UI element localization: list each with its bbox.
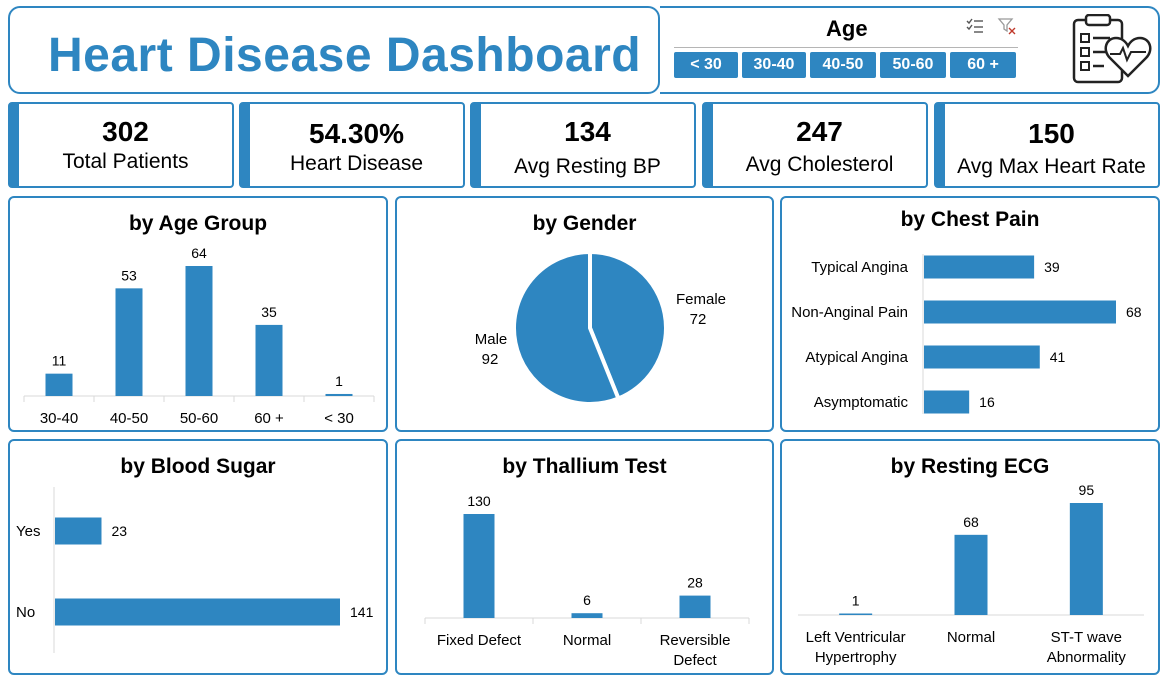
clipboard-heart-icon xyxy=(1072,14,1152,84)
bar xyxy=(954,534,988,615)
bar xyxy=(255,324,283,396)
chest-pain-chart: 39 Typical Angina 68 Non-Anginal Pain 41 Atyp… xyxy=(791,254,1142,414)
data-label: 39 xyxy=(1044,259,1060,275)
data-label: 130 xyxy=(467,493,491,509)
category-label: 50-60 xyxy=(180,410,218,427)
kpi-label: Heart Disease xyxy=(289,152,424,175)
bar xyxy=(924,345,1040,369)
category-label: Hypertrophy xyxy=(815,649,897,666)
category-label: < 30 xyxy=(324,410,354,427)
kpi-heart-disease: 54.30% Heart Disease xyxy=(239,102,465,188)
chest-pain-chart-panel: by Chest Pain 39 Typical Angina 68 Non-Angi… xyxy=(780,196,1160,432)
category-label: Typical Angina xyxy=(811,259,908,276)
data-label: 1 xyxy=(852,593,860,609)
age-slicer-title: Age xyxy=(826,16,868,41)
category-label: 30-40 xyxy=(40,410,78,427)
data-label: 95 xyxy=(1079,482,1095,498)
kpi-avg-resting-bp: 134 Avg Resting BP xyxy=(470,102,696,188)
category-label: Abnormality xyxy=(1047,649,1127,666)
bar xyxy=(463,514,495,618)
data-label: 28 xyxy=(687,575,703,591)
data-label: 11 xyxy=(52,353,67,369)
bar xyxy=(325,393,353,396)
kpi-value: 247 xyxy=(796,116,843,147)
kpi-avg-cholesterol: 247 Avg Cholesterol xyxy=(702,102,928,188)
bar xyxy=(185,266,213,396)
bar xyxy=(1069,503,1103,615)
data-label: 23 xyxy=(111,523,127,539)
bar xyxy=(679,595,711,618)
dashboard-title: Heart Disease Dashboard xyxy=(48,29,642,82)
resting-ecg-chart-panel: by Resting ECG 1 Left Ventricular Hypertro… xyxy=(780,439,1160,675)
bar xyxy=(924,255,1035,279)
blood-sugar-chart: 23 Yes 141 No xyxy=(16,487,374,653)
age-group-chart: 11 30-40 53 40-50 64 50-60 35 60 + 1 < 30 xyxy=(23,245,375,427)
data-label: 6 xyxy=(583,592,591,608)
category-label: Atypical Angina xyxy=(805,349,908,366)
resting-ecg-chart: 1 Left Ventricular Hypertrophy 68 Normal 95 ST… xyxy=(798,482,1144,666)
data-label: 53 xyxy=(121,267,137,283)
category-label: Fixed Defect xyxy=(437,632,522,649)
bar xyxy=(55,517,102,545)
category-label: Defect xyxy=(673,652,717,669)
data-label: 68 xyxy=(963,514,979,530)
data-label: 68 xyxy=(1126,304,1142,320)
slice-category-label: Female xyxy=(676,291,726,308)
category-label: Reversible xyxy=(660,632,731,649)
gender-chart-panel: by Gender Female 72 Male 92 xyxy=(395,196,774,432)
category-label: 40-50 xyxy=(110,410,148,427)
kpi-label: Avg Resting BP xyxy=(514,155,661,178)
bar xyxy=(924,300,1116,324)
category-label: Non-Anginal Pain xyxy=(791,304,908,321)
kpi-value: 302 xyxy=(102,116,149,147)
bar xyxy=(115,288,143,396)
slicer-option-under-30[interactable]: < 30 xyxy=(674,52,738,78)
slicer-option-30-40[interactable]: 30-40 xyxy=(742,52,806,78)
category-label: Asymptomatic xyxy=(814,394,909,411)
data-label: 41 xyxy=(1050,349,1066,365)
title-panel: Heart Disease Dashboard xyxy=(8,6,660,94)
category-label: ST-T wave xyxy=(1051,629,1122,646)
category-label: No xyxy=(16,604,35,621)
slicer-option-40-50[interactable]: 40-50 xyxy=(810,52,876,78)
blood-sugar-chart-panel: by Blood Sugar 23 Yes 141 No xyxy=(8,439,388,675)
kpi-label: Avg Cholesterol xyxy=(745,153,894,176)
category-label: Normal xyxy=(563,632,611,649)
bar xyxy=(571,613,603,618)
kpi-total-patients: 302 Total Patients xyxy=(8,102,234,188)
data-label: 141 xyxy=(350,604,374,620)
thallium-test-chart-panel: by Thallium Test 130 Fixed Defect 6 Normal 2… xyxy=(395,439,774,675)
age-group-chart-panel: by Age Group 11 30-40 53 40-50 64 50-60 35 60 +… xyxy=(8,196,388,432)
gender-chart: Female 72 Male 92 xyxy=(475,249,726,406)
data-label: 1 xyxy=(335,373,343,389)
slice-value-label: 72 xyxy=(690,311,707,328)
bar xyxy=(839,613,873,615)
data-label: 16 xyxy=(979,394,995,410)
kpi-label: Avg Max Heart Rate xyxy=(957,155,1146,178)
slicer-option-50-60[interactable]: 50-60 xyxy=(880,52,946,78)
bar xyxy=(45,373,73,396)
bar xyxy=(55,598,340,626)
slicer-option-60-plus[interactable]: 60 + xyxy=(950,52,1016,78)
clear-filter-icon[interactable] xyxy=(996,16,1018,38)
thallium-test-chart: 130 Fixed Defect 6 Normal 28 Reversible Defect xyxy=(424,493,750,669)
kpi-value: 150 xyxy=(1028,118,1075,149)
bar xyxy=(924,390,970,414)
category-label: Left Ventricular xyxy=(806,629,906,646)
multi-select-icon[interactable] xyxy=(964,16,986,38)
category-label: Yes xyxy=(16,523,40,540)
category-label: 60 + xyxy=(254,410,284,427)
data-label: 35 xyxy=(261,304,277,320)
slice-category-label: Male xyxy=(475,331,508,348)
kpi-value: 134 xyxy=(564,116,611,147)
category-label: Normal xyxy=(947,629,995,646)
slice-value-label: 92 xyxy=(482,351,499,368)
data-label: 64 xyxy=(191,245,207,261)
slicer-divider xyxy=(674,47,1018,48)
kpi-avg-max-heart-rate: 150 Avg Max Heart Rate xyxy=(934,102,1160,188)
kpi-label: Total Patients xyxy=(62,150,189,173)
kpi-value: 54.30% xyxy=(309,118,404,149)
